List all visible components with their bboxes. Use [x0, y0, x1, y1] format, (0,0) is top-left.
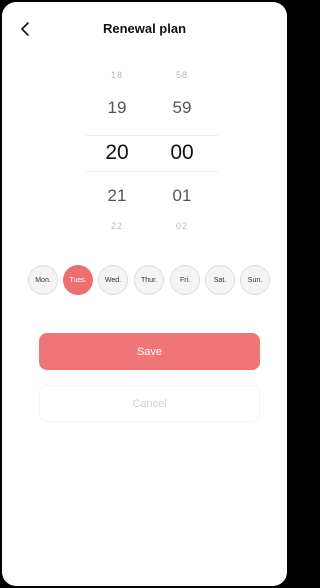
minute-option[interactable]: 01 [152, 186, 212, 206]
day-sun[interactable]: Sun. [240, 265, 270, 295]
time-picker[interactable]: 18 19 20 21 22 58 59 00 01 02 [2, 64, 287, 234]
day-thur[interactable]: Thur. [134, 265, 164, 295]
day-mon[interactable]: Mon. [28, 265, 58, 295]
day-wed[interactable]: Wed. [98, 265, 128, 295]
minute-option[interactable]: 02 [152, 221, 212, 231]
hour-option[interactable]: 19 [87, 98, 147, 118]
save-button[interactable]: Save [39, 333, 260, 370]
cancel-button[interactable]: Cancel [39, 385, 260, 422]
screen: Renewal plan 18 19 20 21 22 58 59 00 01 … [2, 2, 287, 586]
day-fri[interactable]: Fri. [170, 265, 200, 295]
day-tues[interactable]: Tues. [63, 265, 93, 295]
page-title: Renewal plan [102, 21, 187, 36]
minute-option[interactable]: 58 [152, 70, 212, 80]
minute-selected[interactable]: 00 [152, 141, 212, 165]
hour-option[interactable]: 18 [87, 70, 147, 80]
header: Renewal plan [2, 2, 287, 54]
minute-wheel[interactable]: 58 59 00 01 02 [152, 64, 212, 234]
weekday-selector: Mon. Tues. Wed. Thur. Fri. Sat. Sun. [2, 265, 287, 295]
hour-option[interactable]: 22 [87, 221, 147, 231]
minute-option[interactable]: 59 [152, 98, 212, 118]
day-sat[interactable]: Sat. [205, 265, 235, 295]
hour-selected[interactable]: 20 [87, 141, 147, 165]
hour-option[interactable]: 21 [87, 186, 147, 206]
hour-wheel[interactable]: 18 19 20 21 22 [87, 64, 147, 234]
